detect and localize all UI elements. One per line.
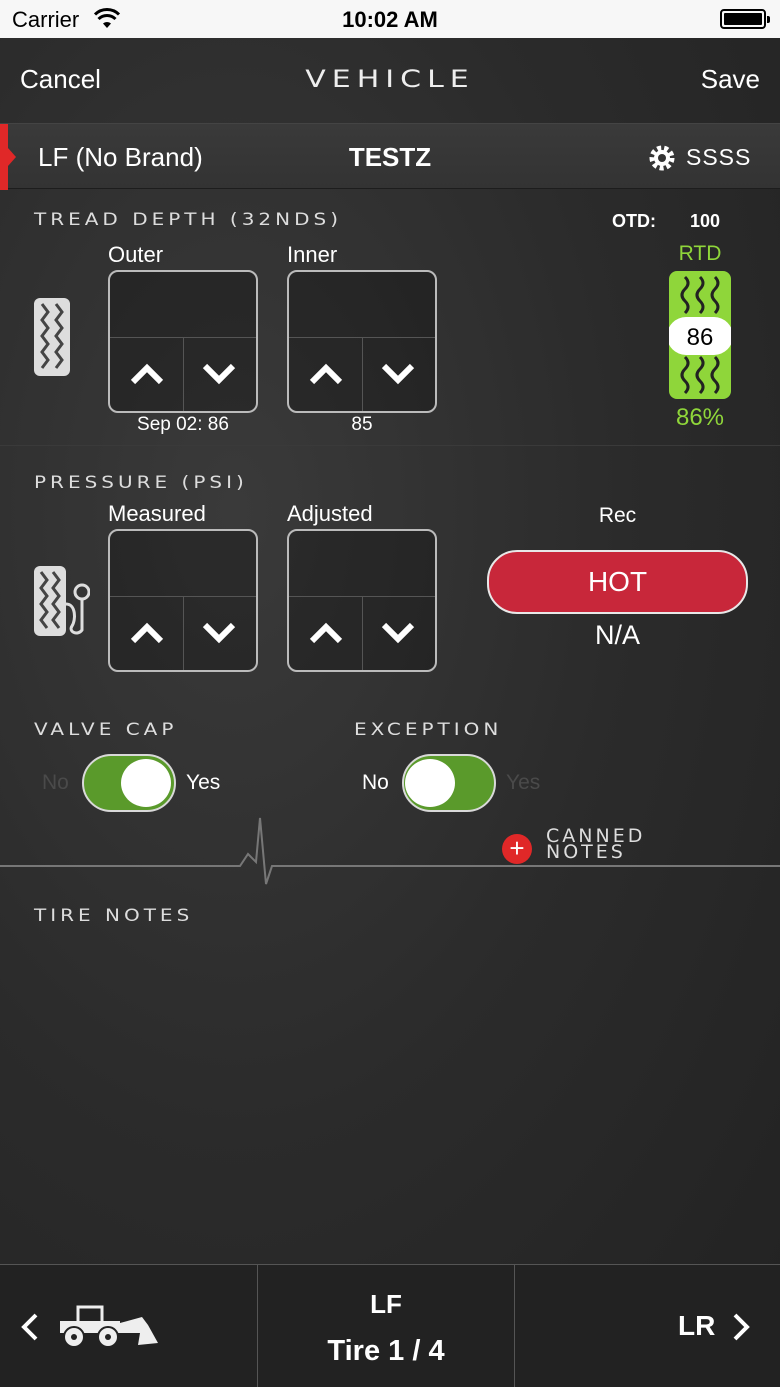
chevron-up-icon xyxy=(130,363,164,385)
wheel-loader-icon xyxy=(60,1305,158,1348)
rtd-percent: 86% xyxy=(675,404,725,431)
measured-pressure-stepper xyxy=(108,529,258,672)
next-tire-button[interactable]: LR xyxy=(515,1265,780,1387)
tire-header: LF (No Brand) TESTZ SSSS xyxy=(0,123,780,190)
outer-increment-button[interactable] xyxy=(110,338,184,411)
adjusted-pressure-stepper xyxy=(287,529,437,672)
inner-increment-button[interactable] xyxy=(289,338,363,411)
rtd-label: RTD xyxy=(678,242,722,265)
rec-label: Rec xyxy=(598,504,637,527)
chevron-down-icon xyxy=(381,622,415,644)
valve-cap-title: VALVE CAP xyxy=(34,719,178,740)
current-tire-info: LF Tire 1 / 4 xyxy=(258,1265,515,1387)
save-button[interactable]: Save xyxy=(701,64,760,95)
current-tire-position: LF xyxy=(370,1289,402,1319)
measured-label: Measured xyxy=(108,501,206,526)
exception-no-label: No xyxy=(362,771,389,794)
inner-tread-stepper xyxy=(287,270,437,413)
outer-label: Outer xyxy=(108,242,164,267)
adjusted-decrement-button[interactable] xyxy=(361,597,435,670)
outer-previous-reading: Sep 02: 86 xyxy=(137,414,229,435)
valve-cap-yes-label: Yes xyxy=(186,771,221,794)
outer-tread-stepper xyxy=(108,270,258,413)
next-tire-label: LR xyxy=(678,1310,716,1341)
adjusted-pressure-input[interactable] xyxy=(289,531,435,597)
tire-notes-input[interactable] xyxy=(0,866,780,1264)
inner-label: Inner xyxy=(287,242,338,267)
section-divider xyxy=(0,445,780,446)
tire-pressure-icon xyxy=(34,566,90,636)
inner-decrement-button[interactable] xyxy=(361,338,435,411)
rec-value: N/A xyxy=(594,620,640,650)
toggle-knob xyxy=(405,759,455,807)
nav-bar: Cancel VEHICLE Save xyxy=(0,38,780,123)
valve-cap-no-label: No xyxy=(42,771,69,794)
serial-label: SSSS xyxy=(686,144,752,170)
valve-cap-toggle[interactable] xyxy=(82,754,176,812)
measured-increment-button[interactable] xyxy=(110,597,184,670)
inner-previous-reading: 85 xyxy=(351,414,373,435)
chevron-down-icon xyxy=(381,363,415,385)
chevron-down-icon xyxy=(202,363,236,385)
inner-tread-input[interactable] xyxy=(289,272,435,338)
pressure-title: PRESSURE (PSI) xyxy=(34,472,248,493)
tire-counter: Tire 1 / 4 xyxy=(327,1335,445,1367)
otd-label: OTD: xyxy=(612,211,656,231)
adjusted-label: Adjusted xyxy=(287,501,373,526)
chevron-down-icon xyxy=(202,622,236,644)
otd-value: 100 xyxy=(690,211,721,231)
chevron-up-icon xyxy=(309,363,343,385)
app-screen: Cancel VEHICLE Save LF (No Brand) TESTZ … xyxy=(0,38,780,1387)
rtd-value: 86 xyxy=(687,324,714,351)
battery-icon xyxy=(720,9,770,29)
tire-tread-icon xyxy=(34,298,70,376)
bottom-nav: LF Tire 1 / 4 LR xyxy=(0,1264,780,1387)
status-bar: Carrier 10:02 AM xyxy=(0,0,780,38)
measured-pressure-input[interactable] xyxy=(110,531,256,597)
rtd-gauge: 86 xyxy=(669,271,731,399)
outer-tread-input[interactable] xyxy=(110,272,256,338)
chevron-up-icon xyxy=(309,622,343,644)
exception-toggle[interactable] xyxy=(402,754,496,812)
outer-decrement-button[interactable] xyxy=(182,338,256,411)
exception-title: EXCEPTION xyxy=(354,719,503,740)
clock: 10:02 AM xyxy=(342,7,438,32)
toggle-knob xyxy=(121,759,171,807)
adjusted-increment-button[interactable] xyxy=(289,597,363,670)
measured-decrement-button[interactable] xyxy=(182,597,256,670)
tread-depth-title: TREAD DEPTH (32NDS) xyxy=(34,209,343,230)
chevron-right-icon xyxy=(733,1313,750,1341)
hot-button[interactable]: HOT xyxy=(487,550,748,614)
chevron-left-icon xyxy=(21,1313,38,1341)
chevron-up-icon xyxy=(130,622,164,644)
exception-yes-label: Yes xyxy=(506,771,541,794)
page-title: VEHICLE xyxy=(305,65,475,94)
gear-icon xyxy=(649,145,675,171)
previous-tire-button[interactable] xyxy=(0,1265,258,1387)
